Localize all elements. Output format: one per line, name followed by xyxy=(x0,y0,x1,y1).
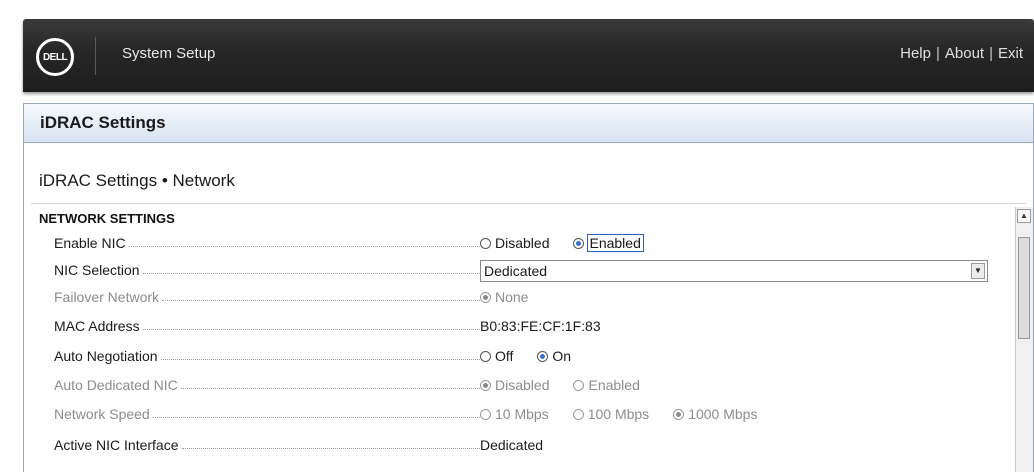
enable-nic-disabled-option[interactable]: Disabled xyxy=(480,235,549,251)
option-label: None xyxy=(495,289,529,305)
enable-nic-options: Disabled Enabled xyxy=(480,234,667,252)
app-title: System Setup xyxy=(122,45,216,62)
subtitle-divider xyxy=(31,203,1026,204)
leader-dots xyxy=(142,328,480,330)
section-title: iDRAC Settings xyxy=(24,103,1033,143)
leader-dots xyxy=(162,299,480,301)
option-label: On xyxy=(552,348,572,364)
radio-selected-icon[interactable] xyxy=(573,237,585,249)
speed-1000-option: 1000 Mbps xyxy=(673,406,757,422)
failover-network-row: Failover Network None xyxy=(24,285,1014,311)
link-separator: | xyxy=(989,45,993,62)
auto-dedicated-disabled-option: Disabled xyxy=(480,377,549,393)
network-speed-row: Network Speed 10 Mbps 100 Mbps 1000 Mbps xyxy=(24,402,1014,428)
nic-selection-row: NIC Selection Dedicated ▼ xyxy=(24,258,1014,284)
enable-nic-enabled-option[interactable]: Enabled xyxy=(573,234,644,252)
about-link[interactable]: About xyxy=(945,45,984,62)
enable-nic-row: Enable NIC Disabled Enabled xyxy=(24,231,1014,257)
leader-dots xyxy=(152,416,480,418)
enable-nic-label: Enable NIC xyxy=(54,235,126,251)
link-separator: | xyxy=(935,45,940,62)
auto-negotiation-label: Auto Negotiation xyxy=(54,348,158,364)
network-speed-options: 10 Mbps 100 Mbps 1000 Mbps xyxy=(480,406,781,422)
help-link[interactable]: Help xyxy=(900,45,931,62)
scroll-up-arrow-icon[interactable]: ▲ xyxy=(1017,209,1031,223)
mac-address-value: B0:83:FE:CF:1F:83 xyxy=(480,318,601,334)
leader-dots xyxy=(181,447,480,449)
option-label: 1000 Mbps xyxy=(688,406,758,422)
radio-selected-icon xyxy=(480,291,491,303)
vertical-scrollbar[interactable]: ▲ xyxy=(1015,207,1033,472)
radio-icon xyxy=(480,408,491,420)
mac-address-row: MAC Address B0:83:FE:CF:1F:83 xyxy=(24,314,1014,340)
leader-dots xyxy=(160,358,480,360)
header-links: Help | About | Exit xyxy=(900,45,1023,62)
field-label: Failover Network xyxy=(54,289,480,305)
top-bar: DELL System Setup Help | About | Exit xyxy=(23,19,1034,92)
auto-dedicated-nic-options: Disabled Enabled xyxy=(480,377,664,393)
field-label: Auto Dedicated NIC xyxy=(54,377,480,393)
active-nic-interface-label: Active NIC Interface xyxy=(54,437,179,453)
option-label: 100 Mbps xyxy=(587,406,650,422)
speed-10-option: 10 Mbps xyxy=(480,406,549,422)
chevron-down-icon[interactable]: ▼ xyxy=(971,263,985,279)
page-subtitle: iDRAC Settings • Network xyxy=(39,171,235,190)
auto-dedicated-nic-row: Auto Dedicated NIC Disabled Enabled xyxy=(24,373,1014,399)
radio-selected-icon xyxy=(480,379,491,391)
header-divider xyxy=(95,37,96,75)
settings-page: iDRAC Settings iDRAC Settings • Network … xyxy=(23,103,1034,472)
leader-dots xyxy=(128,245,480,247)
dell-logo: DELL xyxy=(36,38,74,76)
option-label: Off xyxy=(495,348,514,364)
radio-icon[interactable] xyxy=(480,350,491,362)
scrollbar-thumb[interactable] xyxy=(1018,237,1030,339)
field-label: MAC Address xyxy=(54,318,480,334)
option-label: 10 Mbps xyxy=(495,406,549,422)
leader-dots xyxy=(180,387,480,389)
field-label: Enable NIC xyxy=(54,235,480,251)
leader-dots xyxy=(142,272,480,274)
radio-icon xyxy=(572,408,584,420)
field-label: Auto Negotiation xyxy=(54,348,480,364)
mac-address-label: MAC Address xyxy=(54,318,140,334)
radio-selected-icon[interactable] xyxy=(537,350,549,362)
dropdown-value: Dedicated xyxy=(484,263,548,279)
speed-100-option: 100 Mbps xyxy=(572,406,650,422)
network-speed-label: Network Speed xyxy=(54,406,150,422)
active-nic-interface-value: Dedicated xyxy=(480,437,544,453)
group-heading: NETWORK SETTINGS xyxy=(39,211,175,226)
app-frame: DELL System Setup Help | About | Exit iDRAC … xyxy=(23,19,1034,472)
failover-network-options: None xyxy=(480,289,552,305)
nic-selection-dropdown[interactable]: Dedicated ▼ xyxy=(480,260,988,282)
auto-negotiation-options: Off On xyxy=(480,348,595,364)
option-label: Enabled xyxy=(587,234,644,252)
active-nic-interface-row: Active NIC Interface Dedicated xyxy=(24,433,1014,459)
option-label: Disabled xyxy=(495,377,550,393)
exit-link[interactable]: Exit xyxy=(998,45,1023,62)
radio-icon[interactable] xyxy=(480,237,491,249)
field-label: Active NIC Interface xyxy=(54,437,480,453)
auto-dedicated-nic-label: Auto Dedicated NIC xyxy=(54,377,178,393)
failover-none-option: None xyxy=(480,289,528,305)
nic-selection-label: NIC Selection xyxy=(54,262,140,278)
radio-icon xyxy=(573,379,585,391)
failover-network-label: Failover Network xyxy=(54,289,160,305)
auto-dedicated-enabled-option: Enabled xyxy=(573,377,640,393)
auto-negotiation-on-option[interactable]: On xyxy=(537,348,571,364)
radio-selected-icon xyxy=(673,408,685,420)
auto-negotiation-off-option[interactable]: Off xyxy=(480,348,513,364)
auto-negotiation-row: Auto Negotiation Off On xyxy=(24,344,1014,370)
field-label: NIC Selection xyxy=(54,262,480,278)
field-label: Network Speed xyxy=(54,406,480,422)
option-label: Enabled xyxy=(588,377,640,393)
option-label: Disabled xyxy=(495,235,550,251)
